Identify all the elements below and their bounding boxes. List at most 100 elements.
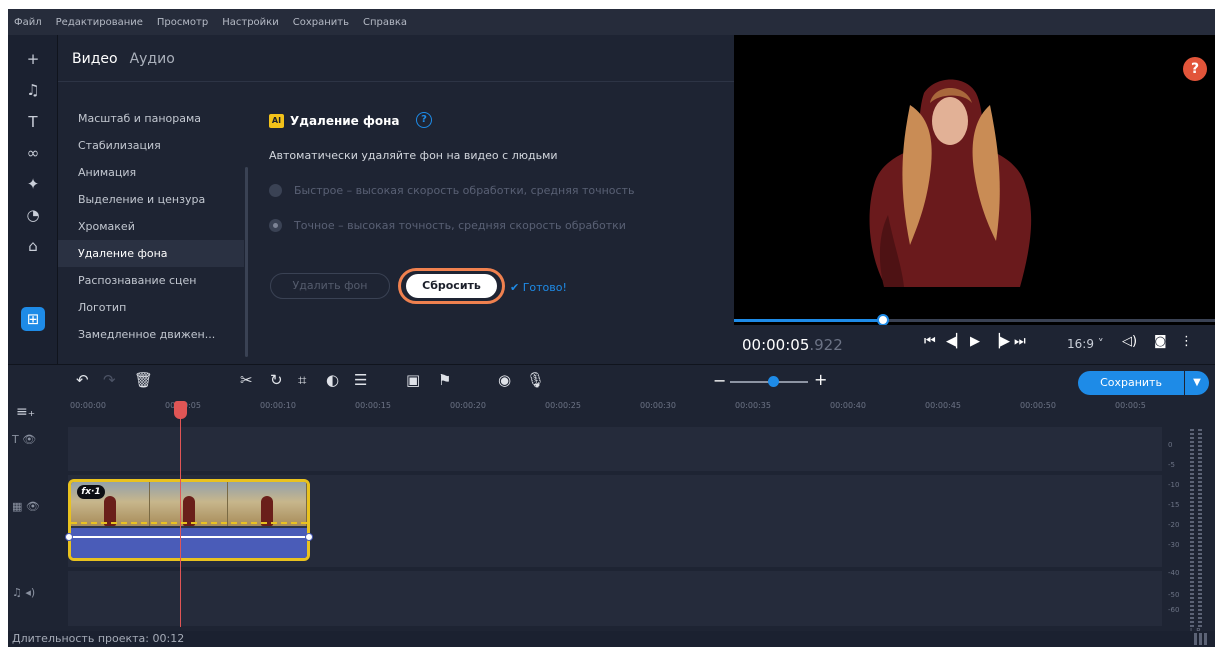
visibility-icon[interactable]: 👁 [22,433,36,446]
color-adjust-icon[interactable]: ◐ [326,371,339,389]
redo-icon[interactable]: ↷ [103,371,116,389]
visibility-icon[interactable]: 👁 [26,500,40,513]
effect-item-scene-detection[interactable]: Распознавание сцен [58,267,244,294]
stickers-icon[interactable]: ◔ [21,203,45,227]
reset-button[interactable]: Сбросить [406,274,497,298]
cut-icon[interactable]: ✂ [240,371,253,389]
settings-panel: Видео Аудио Масштаб и панорама Стабилиза… [58,35,734,364]
webcam-icon[interactable]: ◉ [498,371,511,389]
radio-precise[interactable] [269,219,282,232]
effect-item-logo[interactable]: Логотип [58,294,244,321]
playhead-line [180,409,181,627]
ruler-label: 00:00:10 [260,401,296,410]
fx-badge[interactable]: fx·1 [77,485,105,499]
effect-item-stabilization[interactable]: Стабилизация [58,132,244,159]
volume-handle-end[interactable] [305,533,313,541]
clip-properties-icon[interactable]: ☰ [354,371,367,389]
effect-item-animation[interactable]: Анимация [58,159,244,186]
effect-item-background-removal[interactable]: Удаление фона [58,240,244,267]
timecode: 00:00:05.922 [742,336,843,354]
meter-label: -20 [1168,521,1180,529]
playback-progress[interactable] [734,314,1215,326]
mute-icon[interactable]: ◂) [25,586,35,599]
video-clip[interactable]: fx·1 [68,479,310,561]
meter-bar-left [1190,429,1194,629]
add-media-icon[interactable]: + [21,47,45,71]
option-fast[interactable]: Быстрое – высокая скорость обработки, ср… [269,184,634,197]
meter-label: -15 [1168,501,1180,509]
more-tools-icon[interactable]: ⊞ [21,307,45,331]
volume-icon[interactable]: ◁) [1122,334,1137,349]
aspect-ratio-select[interactable]: 16:9 ˅ [1067,337,1104,351]
more-icon[interactable]: ⋮ [1180,334,1193,349]
split-screen-icon[interactable]: ▣ [406,371,420,389]
marker-icon[interactable]: ⚑ [438,371,451,389]
microphone-icon[interactable]: 🎙 [526,371,545,389]
meter-label: -40 [1168,569,1180,577]
menu-view[interactable]: Просмотр [157,17,208,28]
effect-item-highlight-censor[interactable]: Выделение и цензура [58,186,244,213]
menu-settings[interactable]: Настройки [222,17,278,28]
grid-icon[interactable] [1194,633,1208,645]
tab-audio[interactable]: Аудио [130,51,175,67]
app-window: Файл Редактирование Просмотр Настройки С… [8,9,1215,647]
save-options-chevron-icon[interactable]: ▼ [1185,371,1209,395]
clip-volume-line[interactable] [71,536,307,538]
delete-icon[interactable]: 🗑 [134,371,153,389]
filters-icon[interactable]: ⌂ [21,234,45,258]
feature-help-icon[interactable]: ? [416,112,432,128]
snapshot-icon[interactable]: ◙ [1154,334,1167,349]
done-status: ✔ Готово! [510,281,567,294]
crop-icon[interactable]: ⌗ [298,371,306,389]
remove-background-button[interactable]: Удалить фон [270,273,390,299]
frame-forward-icon[interactable]: ▕▶ [990,334,1010,349]
help-button[interactable]: ? [1183,57,1207,81]
ruler-label: 00:00:00 [70,401,106,410]
text-icon[interactable]: T [21,110,45,134]
audio-track[interactable] [68,571,1162,626]
effects-list-scrollbar[interactable] [245,167,248,357]
volume-handle-start[interactable] [65,533,73,541]
meter-label: -10 [1168,481,1180,489]
menu-bar: Файл Редактирование Просмотр Настройки С… [8,9,1215,35]
zoom-in-icon[interactable]: + [814,370,827,389]
clip-thumbnail [228,482,307,526]
radio-fast[interactable] [269,184,282,197]
save-button[interactable]: Сохранить [1078,371,1184,395]
ruler-label: 00:00:40 [830,401,866,410]
menu-file[interactable]: Файл [14,17,42,28]
play-icon[interactable]: ▶ [970,334,980,349]
option-precise[interactable]: Точное – высокая точность, средняя скоро… [269,219,626,232]
transitions-icon[interactable]: ∞ [21,141,45,165]
effect-item-slow-motion[interactable]: Замедленное движен... [58,321,244,348]
menu-edit[interactable]: Редактирование [56,17,143,28]
feature-description: Автоматически удаляйте фон на видео с лю… [269,149,558,162]
ruler-label: 00:00:5 [1115,401,1146,410]
effect-item-zoom-pan[interactable]: Масштаб и панорама [58,105,244,132]
timecode-fraction: .922 [809,336,843,354]
rotate-icon[interactable]: ↻ [270,371,283,389]
audio-level-meter: 0 -5 -10 -15 -20 -30 -40 -50 -60 [1168,429,1208,634]
zoom-out-icon[interactable]: − [713,371,726,390]
timeline-ruler[interactable]: 00:00:00 00:00:05 00:00:10 00:00:15 00:0… [66,399,1166,421]
music-icon[interactable]: ♫ [21,78,45,102]
option-precise-label: Точное – высокая точность, средняя скоро… [294,219,626,232]
audio-track-icon: ♫ [12,586,22,599]
undo-icon[interactable]: ↶ [76,371,89,389]
effect-item-chroma-key[interactable]: Хромакей [58,213,244,240]
skip-start-icon[interactable]: ⏮ [924,334,936,349]
menu-help[interactable]: Справка [363,17,407,28]
add-track-icon[interactable]: ≡₊ [16,404,35,420]
frame-back-icon[interactable]: ◀▏ [946,334,966,349]
meter-label: 0 [1168,441,1173,449]
skip-end-icon[interactable]: ⏭ [1014,334,1026,349]
video-preview[interactable]: ? [734,35,1215,325]
menu-save[interactable]: Сохранить [293,17,349,28]
playhead-handle[interactable] [174,401,187,419]
meter-label: -5 [1168,461,1175,469]
effects-icon[interactable]: ✦ [21,172,45,196]
ruler-label: 00:00:20 [450,401,486,410]
zoom-slider-knob[interactable] [768,376,779,387]
text-track[interactable] [68,427,1162,471]
tab-video[interactable]: Видео [72,51,118,67]
